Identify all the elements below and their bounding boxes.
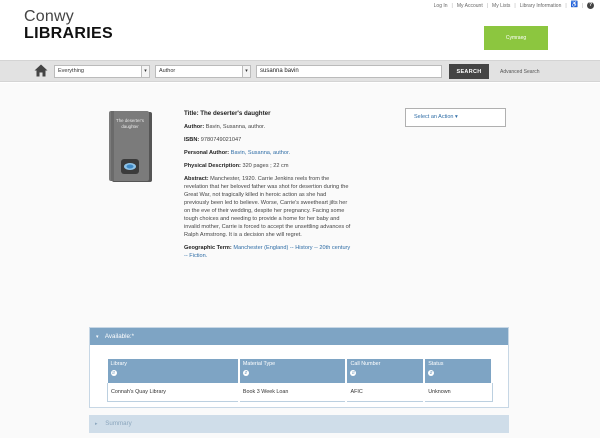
- isbn-row: ISBN: 9780749021047: [184, 136, 352, 144]
- brand-logo[interactable]: Conwy LIBRARIES: [24, 8, 113, 43]
- separator: |: [514, 2, 516, 9]
- title-label: Title:: [184, 110, 199, 117]
- separator: |: [486, 2, 489, 9]
- separator: |: [581, 2, 583, 9]
- availability-heading: Available:*: [104, 333, 135, 340]
- brand-line-2: LIBRARIES: [24, 25, 113, 42]
- book-cover-image: The deserter's daughter: [109, 111, 152, 182]
- cymraeg-button[interactable]: Cymraeg: [484, 26, 548, 50]
- geographic-term-row: Geographic Term: Manchester (England) --…: [184, 244, 352, 260]
- sort-icon[interactable]: ⇵: [350, 370, 357, 376]
- summary-panel-header[interactable]: ▸ Summary: [89, 415, 509, 433]
- caret-down-icon: ▾: [454, 114, 458, 120]
- author-value: Bavin, Susanna, author.: [205, 124, 266, 130]
- availability-header[interactable]: ▾ Available:*: [90, 328, 508, 345]
- column-header-status[interactable]: Status ⇵: [424, 359, 493, 383]
- search-bar: Everything ▾ Author ▾ susanna bavin SEAR…: [0, 60, 600, 82]
- material-type-cell: Book 3 Week Loan: [238, 383, 348, 402]
- personal-author-label: Personal Author:: [184, 150, 230, 156]
- physical-description-value: 320 pages ; 22 cm: [242, 163, 289, 169]
- author-label: Author:: [184, 124, 205, 130]
- title-row: Title: The deserter's daughter: [184, 110, 352, 118]
- chevron-down-icon: ▾: [242, 66, 250, 77]
- search-input[interactable]: susanna bavin: [256, 65, 442, 78]
- isbn-label: ISBN:: [184, 137, 200, 143]
- top-links: Log In | My Account | My Lists | Library…: [434, 2, 594, 9]
- column-header-label: Material Type: [242, 361, 276, 367]
- search-scope-value: Everything: [58, 68, 84, 74]
- table-row: Connah's Quay Library Book 3 Week Loan A…: [106, 383, 493, 402]
- sort-icon[interactable]: ⇵: [110, 370, 117, 376]
- column-header-material-type[interactable]: Material Type ⇵: [238, 359, 348, 383]
- sort-icon[interactable]: ⇵: [242, 370, 249, 376]
- record-details: Title: The deserter's daughter Author: B…: [184, 110, 352, 265]
- separator: |: [451, 2, 453, 9]
- table-header-row: Library ⇵ Material Type ⇵ Call Number ⇵ …: [107, 359, 493, 383]
- abstract-label: Abstract:: [184, 176, 209, 182]
- personal-author-link[interactable]: Bavin, Susanna, author.: [231, 150, 290, 156]
- accessibility-icon[interactable]: ♿: [571, 2, 578, 9]
- book-cover-title: daughter: [121, 124, 139, 129]
- status-cell: Unknown: [424, 383, 493, 402]
- brand-line-1: Conwy: [24, 8, 74, 25]
- geographic-term-label: Geographic Term:: [184, 245, 232, 251]
- search-field-value: Author: [159, 68, 176, 74]
- select-action-label: Select an Action: [414, 114, 454, 120]
- search-scope-select[interactable]: Everything ▾: [54, 65, 150, 78]
- summary-heading: Summary: [105, 420, 132, 427]
- call-number-cell: AFIC: [346, 383, 426, 402]
- search-field-select[interactable]: Author ▾: [155, 65, 251, 78]
- personal-author-row: Personal Author: Bavin, Susanna, author.: [184, 149, 352, 157]
- separator: |: [565, 2, 567, 9]
- sort-icon[interactable]: ⇵: [428, 370, 435, 376]
- home-icon[interactable]: [34, 64, 48, 77]
- caret-down-icon: ▾: [96, 334, 99, 340]
- chevron-down-icon: ▾: [141, 66, 149, 77]
- column-header-library[interactable]: Library ⇵: [107, 359, 240, 383]
- availability-panel: ▾ Available:* Library ⇵ Material Type ⇵ …: [89, 327, 509, 408]
- physical-description-label: Physical Description:: [184, 163, 241, 169]
- help-icon[interactable]: ?: [587, 2, 594, 9]
- select-action-button[interactable]: Select an Action ▾: [405, 108, 506, 127]
- physical-description-row: Physical Description: 320 pages ; 22 cm: [184, 162, 352, 170]
- library-cell: Connah's Quay Library: [106, 383, 240, 402]
- library-information-link[interactable]: Library Information: [520, 3, 562, 9]
- abstract-value: Manchester, 1920. Carrie Jenkins reels f…: [184, 176, 351, 238]
- my-lists-link[interactable]: My Lists: [492, 3, 510, 9]
- my-account-link[interactable]: My Account: [457, 3, 483, 9]
- column-header-label: Call Number: [350, 361, 381, 367]
- advanced-search-link[interactable]: Advanced Search: [500, 69, 539, 75]
- caret-right-icon: ▸: [95, 421, 98, 427]
- availability-table: Library ⇵ Material Type ⇵ Call Number ⇵ …: [106, 359, 493, 402]
- book-cover-title: The deserter's: [116, 118, 145, 123]
- column-header-call-number[interactable]: Call Number ⇵: [346, 359, 426, 383]
- author-row: Author: Bavin, Susanna, author.: [184, 123, 352, 131]
- record-title: The deserter's daughter: [200, 110, 271, 117]
- login-link[interactable]: Log In: [434, 3, 448, 9]
- column-header-label: Status: [428, 361, 444, 367]
- column-header-label: Library: [110, 361, 127, 367]
- search-button[interactable]: SEARCH: [449, 64, 489, 79]
- isbn-value: 9780749021047: [200, 137, 242, 143]
- abstract-row: Abstract: Manchester, 1920. Carrie Jenki…: [184, 175, 352, 239]
